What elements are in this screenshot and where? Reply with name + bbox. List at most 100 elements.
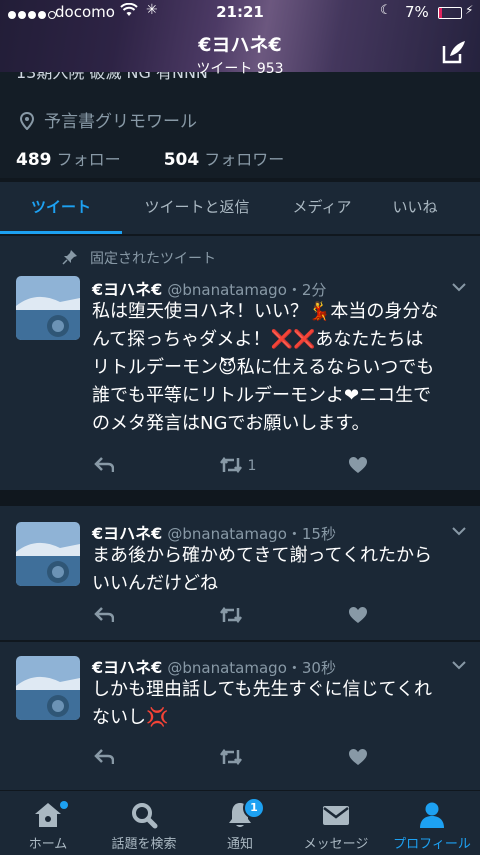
nav-notifications[interactable]: 1 通知 bbox=[192, 791, 288, 855]
tweet-line: 私は堕天使ヨハネ！いい？💃本当の身分な bbox=[92, 301, 439, 322]
retweet-count: 1 bbox=[247, 458, 257, 474]
reply-button[interactable] bbox=[94, 606, 115, 630]
tweet-line: 誰でも平等にリトルデーモンよ❤ニコ生で bbox=[92, 385, 432, 406]
tweet-header: €ヨハネ€ @bnanatamago・30秒 bbox=[92, 654, 336, 678]
tweet-line: リトルデーモン😈私に仕えるならいつでも bbox=[92, 357, 435, 378]
avatar[interactable] bbox=[16, 656, 80, 720]
profile-tabs: ツイート ツイートと返信 メディア いいね bbox=[0, 182, 480, 234]
retweet-button[interactable] bbox=[219, 606, 243, 630]
avatar[interactable] bbox=[16, 276, 80, 340]
tweet-meta: @bnanatamago・30秒 bbox=[167, 659, 336, 677]
profile-name: €ヨハネ€ bbox=[198, 34, 282, 56]
tweet-card[interactable]: 固定されたツイート €ヨハネ€ @bnanatamago・2分 私は堕天使ヨハネ… bbox=[0, 236, 480, 490]
tweet-author-name[interactable]: €ヨハネ€ bbox=[92, 658, 162, 677]
chevron-down-icon[interactable] bbox=[452, 660, 466, 670]
tweet-text: まあ後から確かめてきて謝ってくれたから いいんだけどね bbox=[92, 542, 468, 598]
location: 予言書グリモワール bbox=[19, 107, 197, 132]
nav-notifications-label: 通知 bbox=[226, 837, 253, 852]
tweet-line: まあ後から確かめてきて謝ってくれたから bbox=[92, 545, 433, 566]
envelope-icon bbox=[323, 806, 349, 825]
followers-label: フォロワー bbox=[204, 150, 285, 169]
avatar-image bbox=[16, 656, 80, 720]
new-content-dot bbox=[60, 801, 68, 809]
avatar-image bbox=[16, 276, 80, 340]
like-button[interactable] bbox=[348, 748, 368, 772]
compose-icon bbox=[442, 41, 465, 64]
notification-badge: 1 bbox=[243, 797, 265, 819]
tab-tweets[interactable]: ツイート bbox=[0, 182, 122, 234]
section-gap bbox=[0, 490, 480, 506]
bottom-nav: ホーム 話題を検索 1 通知 メッセージ プロフィール bbox=[0, 790, 480, 855]
nav-home[interactable]: ホーム bbox=[0, 791, 96, 855]
tweet-text: しかも理由話しても先生すぐに信じてくれ ないし💢 bbox=[92, 676, 468, 732]
chevron-down-icon[interactable] bbox=[452, 526, 466, 536]
nav-profile[interactable]: プロフィール bbox=[384, 791, 480, 855]
tweet-text: 私は堕天使ヨハネ！いい？💃本当の身分な んて探っちゃダメよ！❌❌あなたたちは リ… bbox=[92, 298, 468, 438]
avatar[interactable] bbox=[16, 522, 80, 586]
location-pin-icon bbox=[19, 111, 35, 131]
following-count: 489 bbox=[16, 150, 52, 170]
heart-icon bbox=[349, 749, 367, 765]
tab-media[interactable]: メディア bbox=[272, 182, 372, 234]
tweet-line: んて探っちゃダメよ！❌❌あなたたちは bbox=[92, 329, 424, 350]
tweet-actions bbox=[92, 748, 462, 772]
compose-tweet-button[interactable] bbox=[440, 38, 468, 66]
tab-likes[interactable]: いいね bbox=[372, 182, 458, 234]
avatar-image bbox=[16, 522, 80, 586]
nav-home-label: ホーム bbox=[28, 837, 68, 852]
home-icon bbox=[35, 803, 61, 827]
location-text: 予言書グリモワール bbox=[44, 112, 197, 132]
tweet-meta: @bnanatamago・15秒 bbox=[167, 525, 336, 543]
reply-button[interactable] bbox=[94, 456, 115, 480]
tweet-actions bbox=[92, 606, 462, 630]
battery-icon bbox=[438, 7, 462, 19]
following-label: フォロー bbox=[56, 150, 121, 169]
pinned-label: 固定されたツイート bbox=[62, 248, 216, 268]
nav-search[interactable]: 話題を検索 bbox=[96, 791, 192, 855]
retweet-button[interactable]: 1 bbox=[219, 456, 256, 480]
tweet-header: €ヨハネ€ @bnanatamago・2分 bbox=[92, 276, 326, 300]
like-button[interactable] bbox=[348, 456, 368, 480]
followers-link[interactable]: 504 フォロワー bbox=[163, 150, 285, 170]
nav-search-label: 話題を検索 bbox=[111, 837, 177, 852]
following-link[interactable]: 489 フォロー bbox=[16, 150, 121, 170]
pin-icon bbox=[62, 250, 77, 265]
heart-icon bbox=[349, 457, 367, 473]
nav-messages[interactable]: メッセージ bbox=[288, 791, 384, 855]
tweet-author-name[interactable]: €ヨハネ€ bbox=[92, 524, 162, 543]
status-bar: docomo ✳ 21:21 ☾ 7% ⚡ bbox=[0, 0, 480, 26]
followers-count: 504 bbox=[163, 150, 200, 170]
person-icon bbox=[420, 802, 444, 828]
tweet-line: いいんだけどね bbox=[92, 573, 218, 594]
tweet-header: €ヨハネ€ @bnanatamago・15秒 bbox=[92, 520, 336, 544]
heart-icon bbox=[349, 607, 367, 623]
charging-icon: ⚡ bbox=[465, 3, 474, 17]
reply-icon bbox=[94, 749, 115, 764]
reply-icon bbox=[94, 457, 115, 472]
nav-profile-label: プロフィール bbox=[393, 837, 471, 852]
like-button[interactable] bbox=[348, 606, 368, 630]
tab-tweets-and-replies[interactable]: ツイートと返信 bbox=[122, 182, 272, 234]
retweet-icon bbox=[220, 456, 242, 474]
chevron-down-icon[interactable] bbox=[452, 282, 466, 292]
retweet-button[interactable] bbox=[219, 748, 243, 772]
follow-stats: 489 フォロー 504 フォロワー bbox=[16, 146, 284, 170]
tweet-actions: 1 bbox=[92, 456, 462, 480]
tweet-line: のメタ発言はNGでお願いします。 bbox=[92, 413, 370, 434]
tweet-line: しかも理由話しても先生すぐに信じてくれ bbox=[92, 679, 433, 700]
reply-icon bbox=[94, 607, 115, 622]
battery-percent: 7% bbox=[405, 3, 429, 21]
reply-button[interactable] bbox=[94, 748, 115, 772]
nav-messages-label: メッセージ bbox=[303, 837, 369, 852]
tweet-card[interactable]: €ヨハネ€ @bnanatamago・15秒 まあ後から確かめてきて謝ってくれた… bbox=[0, 506, 480, 640]
profile-title: €ヨハネ€ ツイート 953 bbox=[0, 30, 480, 78]
tweet-line: ないし💢 bbox=[92, 707, 169, 728]
pinned-text: 固定されたツイート bbox=[90, 251, 216, 267]
tweet-meta: @bnanatamago・2分 bbox=[167, 281, 327, 299]
retweet-icon bbox=[220, 606, 242, 624]
tweet-card[interactable]: €ヨハネ€ @bnanatamago・30秒 しかも理由話しても先生すぐに信じて… bbox=[0, 642, 480, 790]
do-not-disturb-icon: ☾ bbox=[380, 3, 392, 18]
tweet-count: ツイート 953 bbox=[196, 61, 284, 77]
tweet-author-name[interactable]: €ヨハネ€ bbox=[92, 280, 162, 299]
retweet-icon bbox=[220, 748, 242, 766]
